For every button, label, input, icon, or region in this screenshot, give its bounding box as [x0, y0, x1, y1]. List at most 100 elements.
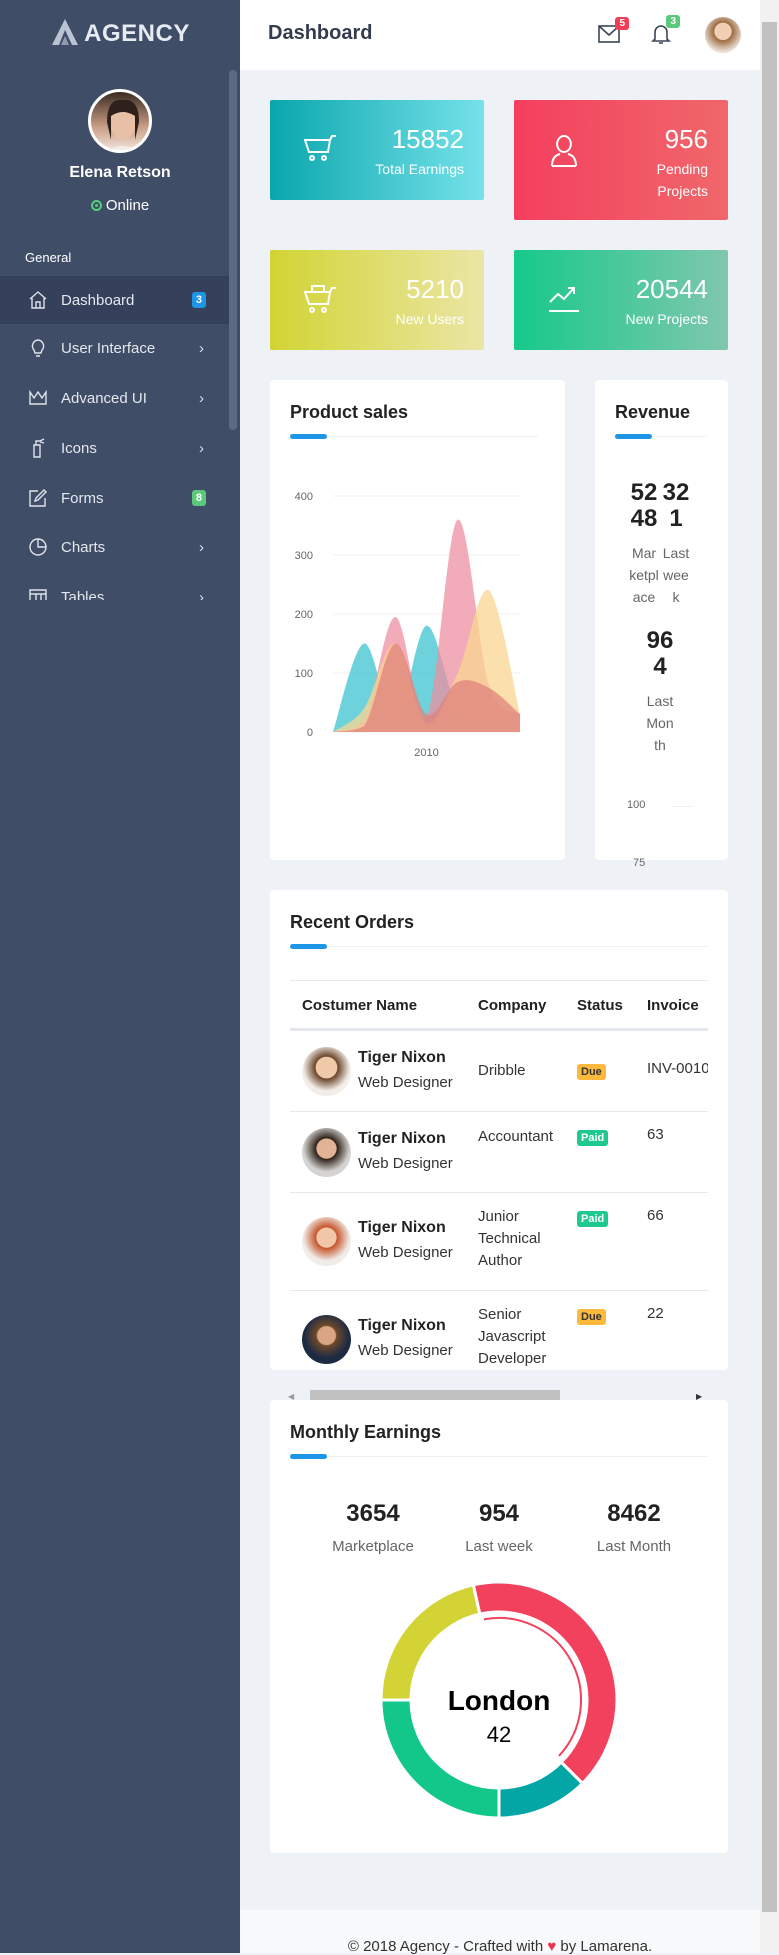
table-row[interactable]: Tiger Nixon Web Designer Senior Javascri… — [290, 1290, 708, 1370]
y-tick-label: 200 — [295, 609, 313, 621]
stat-card-pending-projects[interactable]: 956 Pending Projects — [514, 100, 728, 220]
sidebar-scrollbar[interactable] — [229, 70, 237, 430]
column-header[interactable]: Costumer Name — [302, 981, 417, 1031]
table-horizontal-scrollbar[interactable]: ◀ ▶ — [288, 1390, 708, 1401]
stat-card-total-earnings[interactable]: 15852 Total Earnings — [270, 100, 484, 200]
customer-avatar — [302, 1217, 351, 1266]
product-sales-chart: 0 100 200 300 400 2010 — [295, 491, 520, 759]
user-status: Online — [0, 197, 240, 214]
customer-name: Tiger Nixon — [358, 1130, 446, 1147]
user-name: Elena Retson — [69, 164, 171, 181]
messages-button[interactable]: 5 — [598, 17, 629, 43]
header-avatar[interactable] — [705, 17, 741, 53]
x-tick-label: 2010 — [414, 747, 438, 759]
user-icon — [548, 134, 580, 173]
company: Accountant — [478, 1128, 554, 1145]
table-row[interactable]: Tiger Nixon Web Designer Junior Technica… — [290, 1192, 708, 1290]
status-badge: Due — [577, 1064, 606, 1080]
brand-logo[interactable]: AGENCY — [0, 18, 240, 48]
revenue-stat: 964 Last Month — [645, 628, 675, 756]
sidebar-item-charts[interactable]: Charts › — [0, 523, 230, 571]
invoice: INV-0010 — [647, 1060, 708, 1077]
stat-card-new-users[interactable]: 5210 New Users — [270, 250, 484, 350]
stat-label: New Projects — [625, 311, 708, 327]
title-underline — [615, 434, 707, 439]
donut-segment-1[interactable] — [497, 1760, 585, 1820]
sidebar-item-label: Advanced UI — [61, 389, 147, 407]
stat-value: 954 — [478, 1500, 520, 1527]
table-row[interactable]: Tiger Nixon Web Designer Dribble Due INV… — [290, 1030, 708, 1111]
user-avatar[interactable] — [88, 89, 152, 153]
column-header[interactable]: Status — [577, 981, 623, 1031]
scrollbar-thumb[interactable] — [310, 1390, 560, 1400]
stat-label: Last Month — [646, 693, 674, 753]
footer: © 2018 Agency - Crafted with ♥ by Lamare… — [240, 1910, 760, 1955]
company: Dribble — [478, 1062, 526, 1079]
sidebar-item-icons[interactable]: Icons › — [0, 424, 230, 472]
customer-avatar — [302, 1128, 351, 1177]
y-tick-label: 0 — [307, 727, 313, 739]
status-text: Online — [105, 197, 150, 214]
card-title: Product sales — [290, 402, 409, 422]
status-badge: Due — [577, 1309, 606, 1325]
y-tick-label: 100 — [295, 668, 313, 680]
sidebar: AGENCY Elena Retson Online General Dashb… — [0, 0, 240, 1953]
dashboard-badge: 3 — [191, 292, 206, 308]
sidebar-item-advanced-ui[interactable]: Advanced UI › — [0, 374, 230, 422]
invoice: 63 — [647, 1126, 664, 1143]
stat-value: 5248 — [630, 479, 658, 532]
axis-tick: 75 — [633, 857, 646, 869]
status-badge: Paid — [577, 1211, 609, 1227]
column-header[interactable]: Invoice — [647, 981, 699, 1031]
invoice: 22 — [647, 1305, 664, 1322]
sidebar-section-label: General — [25, 250, 72, 265]
online-icon — [90, 200, 102, 211]
donut-segment-2[interactable] — [379, 1698, 501, 1820]
product-sales-card: Product sales 0 100 200 300 400 2010 — [270, 380, 565, 860]
earnings-stat: 954 Last week — [429, 1500, 569, 1555]
title-underline — [290, 434, 538, 439]
sidebar-item-label: Tables — [61, 588, 105, 601]
sidebar-item-user-interface[interactable]: User Interface › — [0, 324, 230, 372]
chevron-right-icon: › — [199, 389, 204, 407]
donut-segment-0[interactable] — [471, 1580, 619, 1786]
table-row[interactable]: Tiger Nixon Web Designer Accountant Paid… — [290, 1111, 708, 1192]
customer-role: Web Designer — [358, 1074, 453, 1091]
invoice: 66 — [647, 1207, 664, 1224]
card-title: Recent Orders — [290, 912, 415, 932]
stat-value: 321 — [662, 479, 690, 532]
home-icon — [27, 289, 49, 311]
sidebar-item-dashboard[interactable]: Dashboard 3 — [0, 276, 230, 324]
customer-avatar — [302, 1315, 351, 1364]
customer-name: Tiger Nixon — [358, 1317, 446, 1334]
notifications-button[interactable]: 3 — [651, 15, 680, 45]
footer-credit: by Lamarena. — [560, 1938, 653, 1955]
stat-value: 3654 — [346, 1500, 400, 1527]
company: Senior Javascript Developer — [478, 1306, 547, 1367]
chevron-right-icon: › — [199, 439, 204, 457]
recent-orders-card: Recent Orders Costumer Name Company Stat… — [270, 890, 728, 1370]
user-photo — [107, 99, 139, 150]
stat-label: Marketplace — [629, 545, 659, 605]
donut-center-label: London — [447, 1685, 551, 1716]
sidebar-item-tables[interactable]: Tables › — [0, 573, 230, 600]
customer-name: Tiger Nixon — [358, 1219, 446, 1236]
top-header: Dashboard 5 3 — [240, 0, 760, 70]
page-scrollbar-thumb[interactable] — [762, 22, 777, 1912]
page-title: Dashboard — [268, 22, 373, 44]
y-tick-label: 300 — [295, 550, 313, 562]
trend-icon — [548, 284, 580, 319]
sidebar-item-forms[interactable]: Forms 8 — [0, 474, 230, 522]
donut-segment-3[interactable] — [379, 1583, 482, 1702]
footer-text: © 2018 Agency - Crafted with — [347, 1938, 544, 1955]
stat-card-new-projects[interactable]: 20544 New Projects — [514, 250, 728, 350]
customer-role: Web Designer — [358, 1342, 453, 1359]
pie-chart-icon — [27, 536, 49, 558]
sidebar-clip: Tables › — [0, 573, 230, 600]
sidebar-item-label: User Interface — [61, 339, 156, 357]
y-tick-label: 400 — [295, 491, 313, 503]
stat-label: Last week — [465, 1538, 533, 1555]
column-header[interactable]: Company — [478, 981, 546, 1031]
lightbulb-icon — [27, 337, 49, 359]
orders-table: Costumer Name Company Status Invoice Tig… — [290, 980, 708, 1370]
